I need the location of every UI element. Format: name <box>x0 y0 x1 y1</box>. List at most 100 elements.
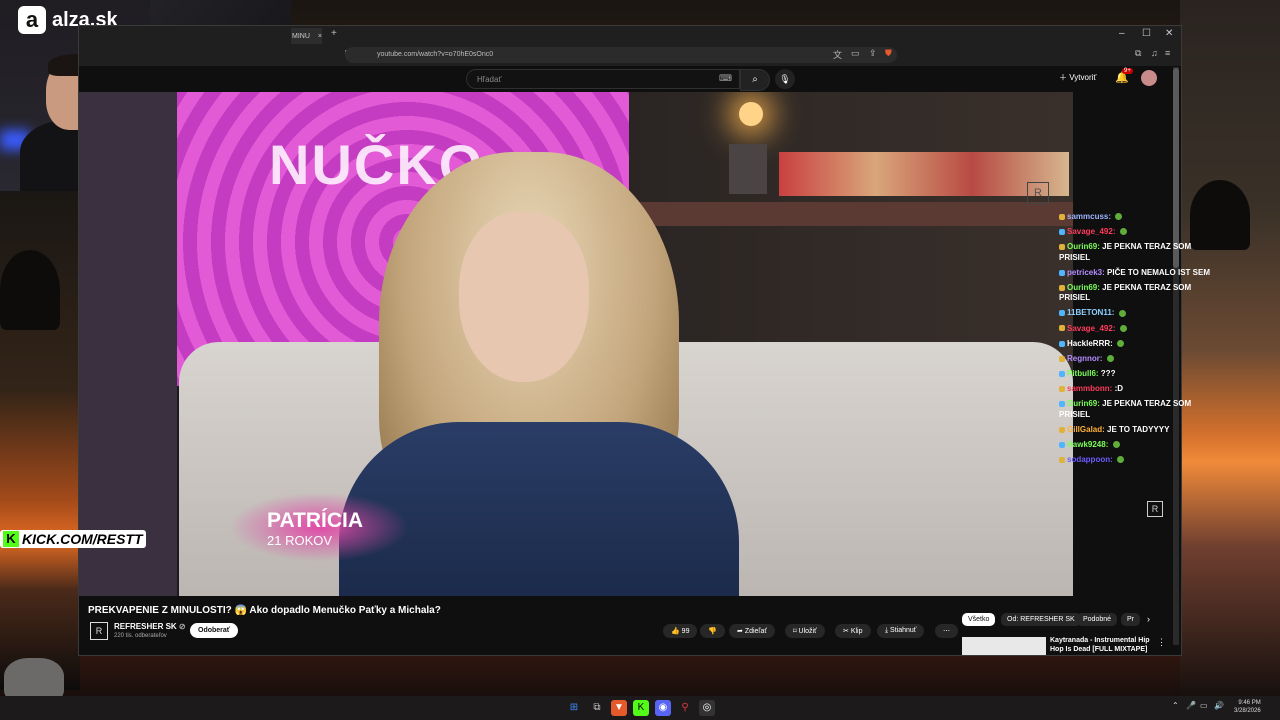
channel-name[interactable]: REFRESHER SK ⊘ <box>114 622 186 631</box>
chat-emote-icon <box>1112 441 1120 449</box>
video-player[interactable]: NUČKO PATRÍCIA 21 ROKOV R <box>79 92 1073 596</box>
browser-window: MINU × + – ☐ ✕ ⌑ youtube.com/watch?v=o70… <box>78 25 1182 656</box>
chat-username[interactable]: Savage_492: <box>1067 324 1115 333</box>
media-icon[interactable]: ♫ <box>1151 48 1158 58</box>
filter-chip-all[interactable]: Všetko <box>962 613 996 626</box>
network-icon[interactable]: ▭ <box>1200 701 1208 710</box>
chevron-right-icon[interactable]: › <box>1147 614 1150 624</box>
close-window-button[interactable]: ✕ <box>1165 28 1173 39</box>
more-actions-button[interactable]: ⋯ <box>935 624 958 638</box>
recommended-title[interactable]: Kaytranada - Instrumental Hip Hop Is Dea… <box>1050 636 1160 654</box>
alza-icon: a <box>18 6 46 34</box>
chat-badge-icon <box>1059 370 1065 377</box>
lower-third-name: PATRÍCIA <box>267 509 364 532</box>
lower-third-age: 21 ROKOV <box>267 533 333 548</box>
chat-badge-icon <box>1059 340 1065 347</box>
create-label: Vytvoriť <box>1069 73 1097 82</box>
chat-message: Ourin69: JE PEKNA TERAZ SOM PRISIEL <box>1059 399 1219 420</box>
reader-icon[interactable]: ▭ <box>851 48 860 59</box>
chat-username[interactable]: Hawk9248: <box>1067 440 1108 449</box>
url-field[interactable]: youtube.com/watch?v=o70hE0sOnc0 <box>345 47 897 63</box>
search-input[interactable]: Hľadať <box>466 69 740 89</box>
chat-username[interactable]: Ourin69: <box>1067 242 1100 251</box>
chat-text: :D <box>1114 383 1124 393</box>
avatar[interactable] <box>1141 70 1157 86</box>
chat-badge-icon <box>1059 213 1065 220</box>
channel-watermark-icon: R <box>1027 182 1049 204</box>
chat-username[interactable]: 11BETON11: <box>1067 308 1114 317</box>
tray-chevron-icon[interactable]: ⌃ <box>1172 701 1179 710</box>
clip-button[interactable]: ✂ Klip <box>835 624 871 638</box>
filter-chip-similar[interactable]: Podobné <box>1077 613 1118 626</box>
translate-icon[interactable]: 文 <box>833 48 842 61</box>
mic-tray-icon[interactable]: 🎤 <box>1186 701 1196 710</box>
clip-label: Klip <box>850 628 863 635</box>
chat-message: Hawk9248: <box>1059 440 1219 451</box>
save-button[interactable]: ⌑ Uložiť <box>785 624 825 638</box>
chat-username[interactable]: Savage_492: <box>1067 227 1115 236</box>
dislike-button[interactable]: 👎 <box>700 624 725 638</box>
brave-browser-icon[interactable]: ▼ <box>611 700 627 716</box>
system-clock[interactable]: 9:46 PM 3/28/2026 <box>1234 699 1261 715</box>
share-button[interactable]: ➦ Zdieľať <box>729 624 775 638</box>
maximize-button[interactable]: ☐ <box>1142 28 1151 39</box>
chat-username[interactable]: Pitbull6: <box>1067 369 1099 378</box>
extensions-icon[interactable]: ⧉ <box>1135 48 1141 59</box>
chat-username[interactable]: Ourin69: <box>1067 399 1100 408</box>
chat-emote-icon <box>1119 324 1127 332</box>
kick-chat-overlay: sammcuss: Savage_492: Ourin69: JE PEKNA … <box>1059 212 1219 470</box>
like-button[interactable]: 👍 99 <box>663 624 698 638</box>
chat-message: Savage_492: <box>1059 227 1219 238</box>
chat-username[interactable]: sodappoon: <box>1067 455 1113 464</box>
download-button[interactable]: ⤓ Stiahnuť <box>877 624 925 638</box>
chat-username[interactable]: sammbonn: <box>1067 384 1112 393</box>
create-button[interactable]: ＋ Vytvoriť <box>1059 72 1096 83</box>
share-icon[interactable]: ⇪ <box>869 48 877 59</box>
chrome-icon[interactable]: ◎ <box>699 700 715 716</box>
subscribe-button[interactable]: Odoberať <box>190 623 239 638</box>
chat-username[interactable]: GillGalad: <box>1067 425 1105 434</box>
palm-silhouette <box>0 250 60 330</box>
chat-badge-icon <box>1059 385 1065 392</box>
chat-emote-icon <box>1118 309 1126 317</box>
video-candle <box>729 144 767 194</box>
browser-tab[interactable]: MINU × <box>291 28 322 44</box>
new-tab-button[interactable]: + <box>331 28 337 39</box>
recommended-more-icon[interactable]: ⋮ <box>1157 637 1166 648</box>
search-icon[interactable]: ⌕ <box>740 69 770 91</box>
recommended-thumbnail[interactable] <box>962 637 1046 655</box>
chat-username[interactable]: sammcuss: <box>1067 212 1111 221</box>
download-label: Stiahnuť <box>890 627 917 634</box>
video-person-face <box>459 212 589 382</box>
filter-chip-channel[interactable]: Od: REFRESHER SK <box>1001 613 1081 626</box>
menu-icon[interactable]: ≡ <box>1165 48 1170 58</box>
discord-icon[interactable]: ◉ <box>655 700 671 716</box>
chat-message: Savage_492: <box>1059 324 1219 335</box>
kick-logo-icon: K <box>3 531 19 547</box>
thumbs-up-icon: 👍 <box>671 628 682 635</box>
video-title: PREKVAPENIE Z MINULOSTI? 😱 Ako dopadlo M… <box>88 605 441 616</box>
chat-badge-icon <box>1059 269 1065 276</box>
brave-shield-icon[interactable]: ⛊ <box>885 48 892 59</box>
windows-start-icon[interactable]: ⊞ <box>566 700 582 716</box>
channel-logo-icon[interactable]: R <box>90 622 108 640</box>
microphone-icon[interactable]: 🎙 <box>775 69 795 89</box>
chat-username[interactable]: Regnnor: <box>1067 354 1103 363</box>
chat-message: Pitbull6: ??? <box>1059 369 1219 380</box>
chat-emote-icon <box>1117 456 1125 464</box>
volume-icon[interactable]: 🔊 <box>1214 701 1224 710</box>
kick-url-text: KICK.COM/RESTT <box>22 531 143 547</box>
video-left-panel <box>79 92 177 596</box>
minimize-button[interactable]: – <box>1119 28 1125 39</box>
kick-app-icon[interactable]: K <box>633 700 649 716</box>
chat-username[interactable]: HackleRRR: <box>1067 339 1113 348</box>
chat-username[interactable]: petricek3: <box>1067 268 1105 277</box>
location-pin-icon[interactable]: ⚲ <box>677 700 693 716</box>
chat-badge-icon <box>1059 441 1065 448</box>
chat-username[interactable]: Ourin69: <box>1067 283 1100 292</box>
task-view-icon[interactable]: ⧉ <box>589 700 605 716</box>
keyboard-icon[interactable]: ⌨ <box>719 73 732 84</box>
channel-name-text: REFRESHER SK <box>114 622 177 631</box>
tab-close-icon[interactable]: × <box>318 33 322 40</box>
filter-chip-more[interactable]: Pr <box>1121 613 1140 626</box>
